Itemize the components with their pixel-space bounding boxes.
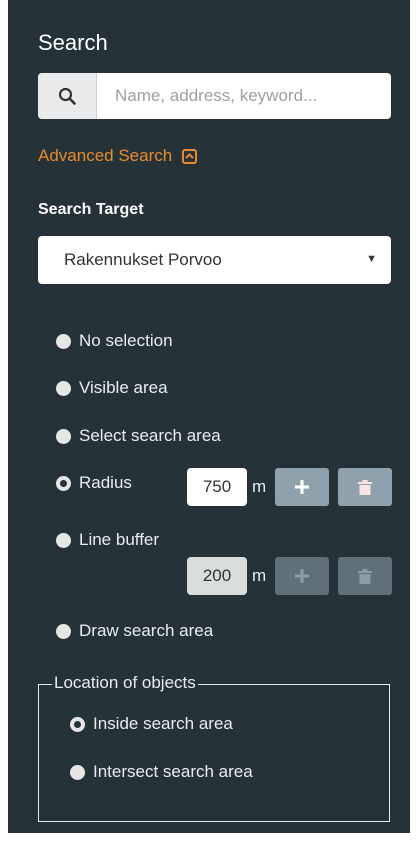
radio-label: Line buffer (79, 530, 160, 549)
search-target-select[interactable]: Rakennukset Porvoo ▼ (38, 236, 391, 284)
radio-no-selection[interactable]: No selection (56, 331, 173, 351)
chevron-up-icon[interactable] (182, 148, 198, 164)
radio-label: Intersect search area (93, 762, 253, 781)
search-button[interactable] (38, 73, 97, 119)
panel-title: Search (38, 30, 108, 55)
radio-visible-area[interactable]: Visible area (56, 378, 168, 398)
search-icon (58, 87, 76, 105)
advanced-search-label: Advanced Search (38, 146, 173, 165)
location-legend: Location of objects (52, 673, 198, 693)
search-target-label: Search Target (38, 201, 144, 218)
buffer-input[interactable]: 200 (187, 557, 247, 595)
radio-line-buffer[interactable]: Line buffer (56, 530, 159, 550)
radio-label: No selection (79, 331, 173, 350)
radio-circle[interactable] (56, 380, 71, 396)
radio-label: Visible area (79, 378, 168, 397)
radio-circle[interactable] (56, 428, 71, 444)
caret-down-icon: ▼ (366, 253, 377, 265)
radio-circle-checked[interactable] (56, 475, 71, 491)
search-target-value: Rakennukset Porvoo (64, 250, 222, 269)
radio-circle[interactable] (56, 532, 71, 548)
location-fieldset (38, 684, 390, 822)
radio-draw-search-area[interactable]: Draw search area (56, 621, 213, 641)
advanced-search-toggle[interactable]: Advanced Search (38, 146, 198, 166)
radio-label: Inside search area (93, 714, 233, 733)
radio-circle[interactable] (70, 764, 85, 780)
radio-intersect-search-area[interactable]: Intersect search area (70, 762, 253, 782)
radio-circle-checked[interactable] (70, 716, 85, 732)
trash-icon (358, 568, 372, 584)
plus-icon (295, 569, 309, 583)
radius-add-button[interactable] (275, 468, 329, 506)
radio-label: Radius (79, 473, 132, 492)
search-box (38, 73, 391, 119)
radius-delete-button[interactable] (338, 468, 392, 506)
buffer-add-button[interactable] (275, 557, 329, 595)
plus-icon (295, 480, 309, 494)
radio-radius[interactable]: Radius (56, 473, 132, 493)
radio-label: Draw search area (79, 621, 214, 640)
radius-input[interactable]: 750 (187, 468, 247, 506)
search-input[interactable] (97, 73, 387, 119)
trash-icon (358, 479, 372, 495)
radius-unit: m (252, 477, 267, 496)
buffer-delete-button[interactable] (338, 557, 392, 595)
search-panel: Search Advanced Search Search Target Rak… (8, 0, 410, 833)
radio-circle[interactable] (56, 623, 71, 639)
radio-label: Select search area (79, 426, 221, 445)
buffer-unit: m (252, 566, 267, 585)
radio-select-search-area[interactable]: Select search area (56, 426, 221, 446)
radio-circle[interactable] (56, 333, 71, 349)
radio-inside-search-area[interactable]: Inside search area (70, 714, 233, 734)
